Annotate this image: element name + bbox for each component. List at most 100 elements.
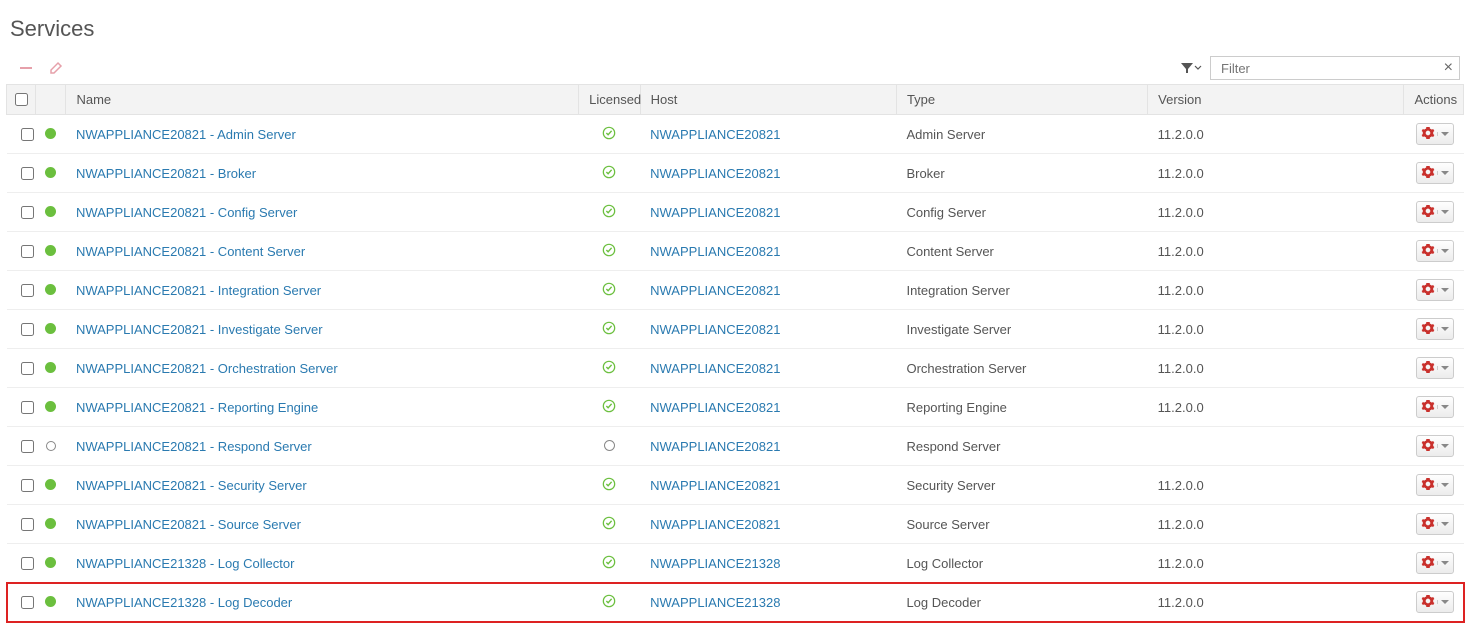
filter-box[interactable]: ×: [1210, 56, 1460, 80]
host-link[interactable]: NWAPPLIANCE21328: [650, 556, 780, 571]
edit-icon[interactable]: [48, 60, 64, 76]
actions-button[interactable]: [1416, 474, 1454, 496]
service-name-link[interactable]: NWAPPLIANCE20821 - Source Server: [76, 517, 301, 532]
row-checkbox[interactable]: [21, 245, 34, 258]
table-row[interactable]: NWAPPLIANCE20821 - Broker NWAPPLIANCE2082…: [7, 154, 1464, 193]
service-name-link[interactable]: NWAPPLIANCE20821 - Content Server: [76, 244, 305, 259]
chevron-down-icon: [1437, 483, 1449, 487]
service-name-link[interactable]: NWAPPLIANCE20821 - Respond Server: [76, 439, 312, 454]
remove-icon[interactable]: [18, 60, 34, 76]
row-checkbox[interactable]: [21, 128, 34, 141]
table-row[interactable]: NWAPPLIANCE20821 - Config Server NWAPPLIA…: [7, 193, 1464, 232]
service-name-link[interactable]: NWAPPLIANCE20821 - Config Server: [76, 205, 297, 220]
row-checkbox[interactable]: [21, 362, 34, 375]
service-name-link[interactable]: NWAPPLIANCE20821 - Investigate Server: [76, 322, 323, 337]
select-all-checkbox[interactable]: [15, 93, 28, 106]
service-version: 11.2.0.0: [1148, 232, 1404, 271]
actions-button[interactable]: [1416, 240, 1454, 262]
gear-icon: [1421, 204, 1435, 221]
host-link[interactable]: NWAPPLIANCE20821: [650, 439, 780, 454]
filter-funnel-icon[interactable]: [1180, 61, 1202, 75]
actions-button[interactable]: [1416, 201, 1454, 223]
header-host[interactable]: Host: [640, 85, 896, 115]
header-name[interactable]: Name: [66, 85, 579, 115]
table-row[interactable]: NWAPPLIANCE20821 - Respond Server NWAPPLI…: [7, 427, 1464, 466]
host-link[interactable]: NWAPPLIANCE20821: [650, 127, 780, 142]
service-name-link[interactable]: NWAPPLIANCE20821 - Admin Server: [76, 127, 296, 142]
row-checkbox[interactable]: [21, 596, 34, 609]
chevron-down-icon: [1437, 522, 1449, 526]
host-link[interactable]: NWAPPLIANCE21328: [650, 595, 780, 610]
service-type: Admin Server: [896, 115, 1147, 154]
row-checkbox[interactable]: [21, 401, 34, 414]
host-link[interactable]: NWAPPLIANCE20821: [650, 205, 780, 220]
chevron-down-icon: [1194, 64, 1202, 72]
service-name-link[interactable]: NWAPPLIANCE21328 - Log Collector: [76, 556, 294, 571]
host-link[interactable]: NWAPPLIANCE20821: [650, 517, 780, 532]
row-checkbox[interactable]: [21, 206, 34, 219]
actions-button[interactable]: [1416, 435, 1454, 457]
header-version[interactable]: Version: [1148, 85, 1404, 115]
table-row[interactable]: NWAPPLIANCE20821 - Source Server NWAPPLIA…: [7, 505, 1464, 544]
host-link[interactable]: NWAPPLIANCE20821: [650, 400, 780, 415]
table-row[interactable]: NWAPPLIANCE20821 - Security Server NWAPPL…: [7, 466, 1464, 505]
row-checkbox[interactable]: [21, 557, 34, 570]
header-licensed[interactable]: Licensed: [579, 85, 641, 115]
service-name-link[interactable]: NWAPPLIANCE20821 - Security Server: [76, 478, 307, 493]
actions-button[interactable]: [1416, 396, 1454, 418]
actions-button[interactable]: [1416, 591, 1454, 613]
service-name-link[interactable]: NWAPPLIANCE20821 - Broker: [76, 166, 256, 181]
clear-filter-icon[interactable]: ×: [1442, 59, 1455, 77]
status-dot: [45, 206, 56, 217]
host-link[interactable]: NWAPPLIANCE20821: [650, 322, 780, 337]
chevron-down-icon: [1437, 249, 1449, 253]
host-link[interactable]: NWAPPLIANCE20821: [650, 478, 780, 493]
row-checkbox[interactable]: [21, 323, 34, 336]
service-version: 11.2.0.0: [1148, 349, 1404, 388]
licensed-empty-icon: [604, 440, 615, 451]
table-row[interactable]: NWAPPLIANCE20821 - Admin Server NWAPPLIAN…: [7, 115, 1464, 154]
actions-button[interactable]: [1416, 318, 1454, 340]
actions-button[interactable]: [1416, 162, 1454, 184]
actions-button[interactable]: [1416, 513, 1454, 535]
row-checkbox[interactable]: [21, 440, 34, 453]
table-row[interactable]: NWAPPLIANCE20821 - Integration Server NWA…: [7, 271, 1464, 310]
service-version: 11.2.0.0: [1148, 154, 1404, 193]
chevron-down-icon: [1437, 561, 1449, 565]
actions-button[interactable]: [1416, 552, 1454, 574]
status-dot: [45, 245, 56, 256]
host-link[interactable]: NWAPPLIANCE20821: [650, 166, 780, 181]
table-row[interactable]: NWAPPLIANCE20821 - Orchestration Server N…: [7, 349, 1464, 388]
table-row[interactable]: NWAPPLIANCE21328 - Log Decoder NWAPPLIANC…: [7, 583, 1464, 622]
actions-button[interactable]: [1416, 357, 1454, 379]
row-checkbox[interactable]: [21, 284, 34, 297]
table-row[interactable]: NWAPPLIANCE21328 - Log Collector NWAPPLIA…: [7, 544, 1464, 583]
row-checkbox[interactable]: [21, 167, 34, 180]
table-row[interactable]: NWAPPLIANCE20821 - Content Server NWAPPLI…: [7, 232, 1464, 271]
service-type: Broker: [896, 154, 1147, 193]
service-version: 11.2.0.0: [1148, 505, 1404, 544]
service-version: 11.2.0.0: [1148, 271, 1404, 310]
row-checkbox[interactable]: [21, 518, 34, 531]
service-name-link[interactable]: NWAPPLIANCE20821 - Reporting Engine: [76, 400, 318, 415]
actions-button[interactable]: [1416, 279, 1454, 301]
licensed-check-icon: [602, 282, 616, 296]
service-name-link[interactable]: NWAPPLIANCE20821 - Integration Server: [76, 283, 321, 298]
service-name-link[interactable]: NWAPPLIANCE21328 - Log Decoder: [76, 595, 292, 610]
row-checkbox[interactable]: [21, 479, 34, 492]
host-link[interactable]: NWAPPLIANCE20821: [650, 283, 780, 298]
table-row[interactable]: NWAPPLIANCE20821 - Investigate Server NWA…: [7, 310, 1464, 349]
gear-icon: [1421, 282, 1435, 299]
host-link[interactable]: NWAPPLIANCE20821: [650, 244, 780, 259]
table-row[interactable]: NWAPPLIANCE20821 - Reporting Engine NWAPP…: [7, 388, 1464, 427]
header-type[interactable]: Type: [896, 85, 1147, 115]
filter-input[interactable]: [1219, 60, 1442, 77]
service-version: 11.2.0.0: [1148, 544, 1404, 583]
actions-button[interactable]: [1416, 123, 1454, 145]
licensed-check-icon: [602, 321, 616, 335]
services-table: Name Licensed Host Type Version Actions …: [6, 84, 1464, 622]
service-name-link[interactable]: NWAPPLIANCE20821 - Orchestration Server: [76, 361, 338, 376]
gear-icon: [1421, 165, 1435, 182]
host-link[interactable]: NWAPPLIANCE20821: [650, 361, 780, 376]
header-select-all[interactable]: [7, 85, 36, 115]
